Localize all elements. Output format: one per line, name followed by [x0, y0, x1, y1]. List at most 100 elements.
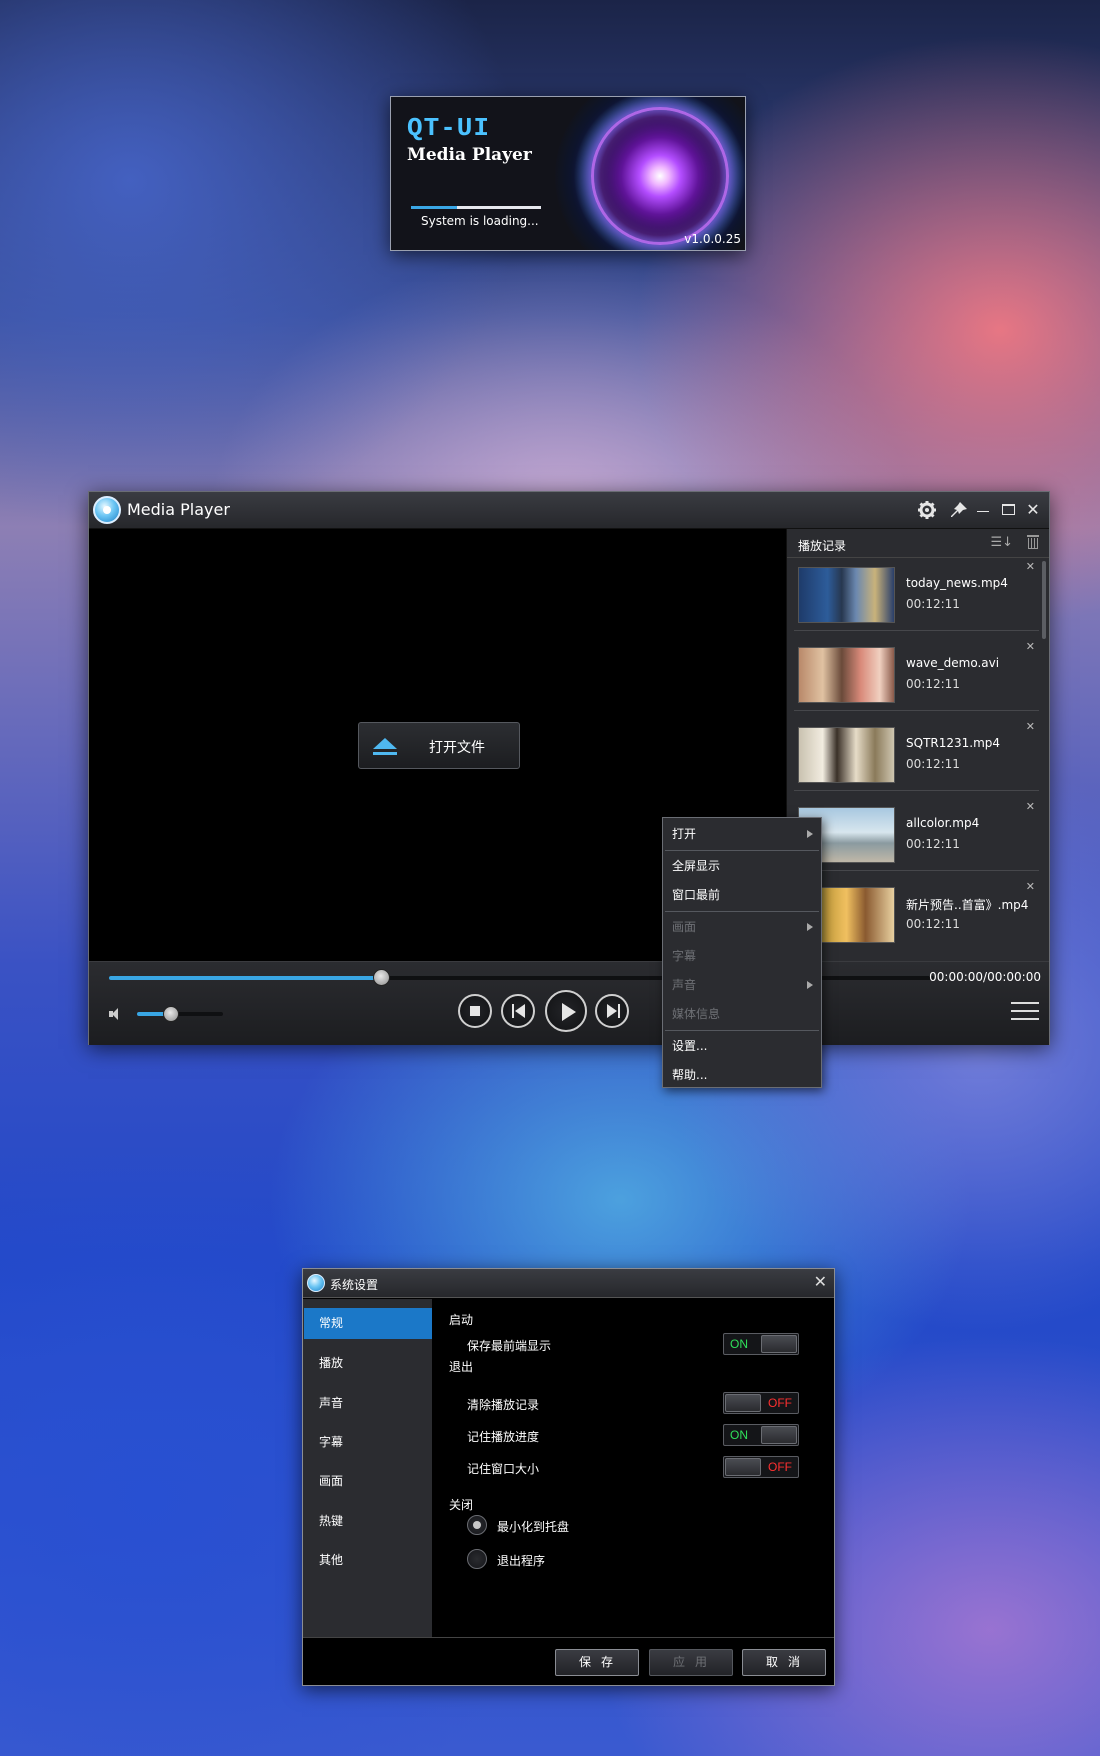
remove-item-icon[interactable]: ✕: [1026, 720, 1035, 733]
playlist-item-duration: 00:12:11: [906, 917, 960, 931]
nav-other[interactable]: 其他: [304, 1545, 432, 1576]
menu-item-label: 画面: [672, 920, 697, 934]
splash-progress-fill: [411, 206, 457, 209]
menu-separator: [665, 1030, 819, 1031]
menu-item-label: 打开: [672, 827, 697, 841]
playlist-item-name: wave_demo.avi: [906, 656, 1000, 670]
minimize-to-tray-radio[interactable]: [467, 1515, 487, 1535]
stop-icon: [470, 1006, 480, 1016]
menu-item-media-info[interactable]: 媒体信息: [663, 1000, 821, 1029]
settings-gear-icon[interactable]: [915, 498, 939, 522]
settings-footer: 保存 应用 取消: [303, 1637, 834, 1685]
playlist-item[interactable]: allcolor.mp4 00:12:11 ✕: [794, 799, 1039, 871]
volume-slider[interactable]: [137, 1006, 223, 1022]
playlist-item-duration: 00:12:11: [906, 837, 960, 851]
playlist-item[interactable]: wave_demo.avi 00:12:11 ✕: [794, 639, 1039, 711]
toggle-state: ON: [730, 1337, 748, 1351]
video-thumbnail: [798, 567, 895, 623]
submenu-arrow-icon: [807, 981, 813, 989]
nav-general[interactable]: 常规: [304, 1308, 432, 1339]
playlist-menu-icon[interactable]: [1011, 1002, 1039, 1020]
remove-item-icon[interactable]: ✕: [1026, 800, 1035, 813]
volume-icon[interactable]: [109, 1008, 123, 1020]
window-title: Media Player: [127, 500, 230, 519]
media-player-window: Media Player ✕ 打开文件 播放记录 ☰↓ today_news.m…: [88, 491, 1050, 1045]
nav-video[interactable]: 画面: [304, 1466, 432, 1497]
menu-item-label: 全屏显示: [672, 859, 721, 873]
open-file-button[interactable]: 打开文件: [358, 722, 520, 769]
menu-item-settings[interactable]: 设置...: [663, 1032, 821, 1061]
keep-on-top-toggle[interactable]: ON: [723, 1333, 799, 1355]
playlist-header: 播放记录 ☰↓: [787, 529, 1049, 558]
splash-logo: QT-UI: [407, 113, 491, 143]
context-menu: 打开 全屏显示 窗口最前 画面 字幕 声音 媒体信息 设置... 帮助...: [662, 817, 822, 1088]
open-file-label: 打开文件: [429, 740, 485, 756]
trash-icon[interactable]: [1027, 535, 1039, 549]
app-logo-icon: [93, 496, 121, 524]
menu-item-label: 声音: [672, 978, 697, 992]
stop-button[interactable]: [458, 994, 492, 1028]
next-icon: [607, 1004, 617, 1018]
menu-item-subtitle[interactable]: 字幕: [663, 942, 821, 971]
minimize-icon[interactable]: [971, 498, 995, 522]
playlist-item-duration: 00:12:11: [906, 757, 960, 771]
close-icon[interactable]: ✕: [1021, 498, 1045, 522]
app-logo-icon: [307, 1274, 325, 1292]
previous-button[interactable]: [501, 994, 535, 1028]
play-button[interactable]: [545, 990, 587, 1032]
menu-item-help[interactable]: 帮助...: [663, 1061, 821, 1090]
playlist-item-duration: 00:12:11: [906, 597, 960, 611]
menu-item-always-on-top[interactable]: 窗口最前: [663, 881, 821, 910]
nav-audio[interactable]: 声音: [304, 1388, 432, 1419]
video-thumbnail: [798, 647, 895, 703]
toggle-state: ON: [730, 1428, 748, 1442]
menu-item-video[interactable]: 画面: [663, 913, 821, 942]
remove-item-icon[interactable]: ✕: [1026, 640, 1035, 653]
playlist-panel: 播放记录 ☰↓ today_news.mp4 00:12:11 ✕ wave_d…: [786, 529, 1049, 961]
video-thumbnail: [798, 727, 895, 783]
menu-item-audio[interactable]: 声音: [663, 971, 821, 1000]
apply-button[interactable]: 应用: [649, 1649, 733, 1676]
remove-item-icon[interactable]: ✕: [1026, 560, 1035, 573]
pin-icon[interactable]: [947, 498, 971, 522]
menu-item-open[interactable]: 打开: [663, 820, 821, 849]
close-icon[interactable]: ✕: [814, 1272, 827, 1291]
nav-subtitle[interactable]: 字幕: [304, 1427, 432, 1458]
nav-hotkeys[interactable]: 热键: [304, 1506, 432, 1537]
playlist-item[interactable]: today_news.mp4 00:12:11 ✕: [794, 559, 1039, 631]
playlist-item-name: today_news.mp4: [906, 576, 1008, 590]
menu-item-fullscreen[interactable]: 全屏显示: [663, 852, 821, 881]
playlist-item[interactable]: SQTR1231.mp4 00:12:11 ✕: [794, 719, 1039, 791]
clear-history-toggle[interactable]: OFF: [723, 1392, 799, 1414]
player-titlebar[interactable]: Media Player ✕: [89, 492, 1049, 529]
sort-icon[interactable]: ☰↓: [990, 535, 1013, 550]
next-button[interactable]: [595, 994, 629, 1028]
playlist-item-name: 新片预告..首富》.mp4: [906, 898, 1029, 912]
settings-title: 系统设置: [330, 1278, 379, 1292]
settings-content: 启动 保存最前端显示 ON 退出 清除播放记录 OFF 记住播放进度 ON 记住…: [432, 1299, 834, 1637]
settings-sidebar: 常规 播放 声音 字幕 画面 热键 其他: [303, 1299, 432, 1637]
splash-screen: QT-UI Media Player System is loading... …: [390, 96, 746, 251]
playlist-scrollbar[interactable]: [1042, 561, 1046, 639]
playlist-item-name: SQTR1231.mp4: [906, 736, 1001, 750]
nav-playback[interactable]: 播放: [304, 1348, 432, 1379]
remember-size-toggle[interactable]: OFF: [723, 1456, 799, 1478]
splash-ring-artwork: [591, 107, 729, 245]
remove-item-icon[interactable]: ✕: [1026, 880, 1035, 893]
playlist-item[interactable]: 新片预告..首富》.mp4 00:12:11 ✕: [794, 879, 1039, 951]
remember-progress-toggle[interactable]: ON: [723, 1424, 799, 1446]
cancel-button[interactable]: 取消: [742, 1649, 826, 1676]
toggle-state: OFF: [768, 1460, 792, 1474]
splash-status: System is loading...: [421, 214, 539, 228]
volume-handle[interactable]: [163, 1006, 180, 1022]
save-button[interactable]: 保存: [555, 1649, 639, 1676]
quit-program-radio[interactable]: [467, 1549, 487, 1569]
menu-item-label: 帮助...: [672, 1068, 708, 1082]
maximize-icon[interactable]: [996, 498, 1020, 522]
settings-titlebar[interactable]: 系统设置 ✕: [303, 1269, 834, 1298]
seek-bar-fill: [109, 976, 382, 980]
splash-progress-bar: [411, 206, 541, 209]
eject-icon: [373, 738, 397, 756]
seek-handle[interactable]: [373, 969, 391, 986]
playlist-title: 播放记录: [798, 539, 847, 553]
